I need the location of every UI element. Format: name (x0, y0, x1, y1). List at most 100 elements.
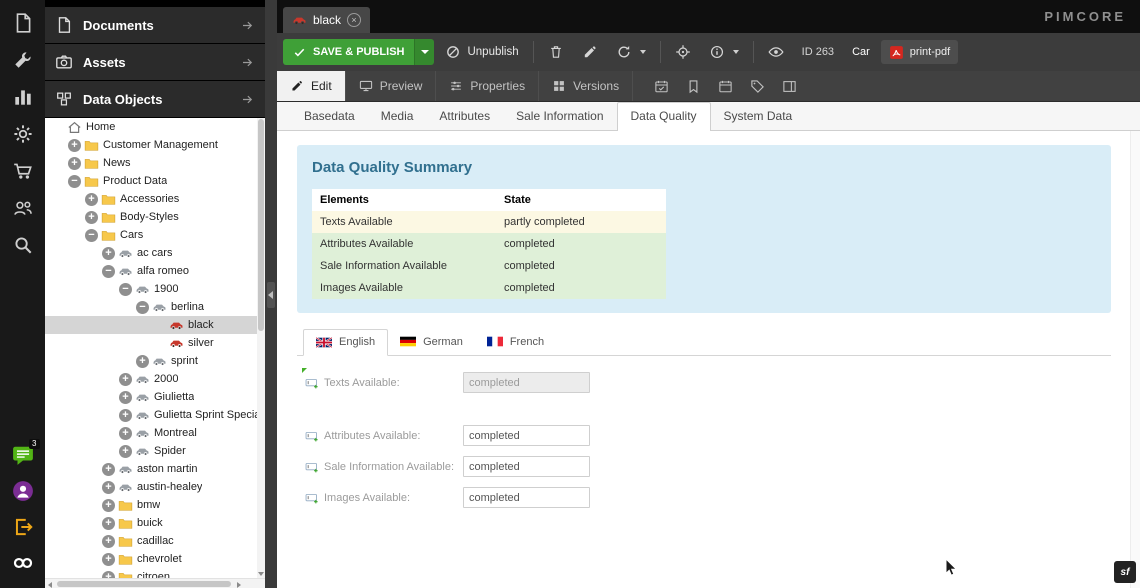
sidebar-section-documents[interactable]: Documents (45, 7, 265, 43)
tree-item-giulietta[interactable]: + Giulietta (45, 388, 257, 406)
tree-item-buick[interactable]: + buick (45, 514, 257, 532)
tree-item-accessories[interactable]: + Accessories (45, 190, 257, 208)
scroll-right-icon[interactable] (237, 582, 241, 588)
tab-versions[interactable]: Versions (539, 71, 633, 101)
collapse-icon[interactable]: − (119, 283, 132, 296)
expand-icon[interactable]: + (119, 427, 132, 440)
schedule-button[interactable] (645, 71, 677, 101)
tree-horizontal-scrollbar[interactable] (45, 578, 265, 588)
collapse-icon[interactable]: − (102, 265, 115, 278)
panel-splitter[interactable] (265, 0, 277, 588)
scrollbar-thumb[interactable] (258, 119, 264, 331)
expand-icon[interactable]: + (102, 517, 115, 530)
delete-button[interactable] (541, 39, 571, 65)
nav-reports-button[interactable] (12, 86, 34, 108)
tree-item-news[interactable]: + News (45, 154, 257, 172)
tree-vertical-scrollbar[interactable] (257, 118, 265, 578)
tree-item-berlina[interactable]: − berlina (45, 298, 257, 316)
tab-sale-information[interactable]: Sale Information (503, 102, 616, 130)
expand-icon[interactable]: + (119, 391, 132, 404)
nav-documents-button[interactable] (12, 12, 34, 34)
info-button[interactable] (702, 39, 746, 65)
expand-icon[interactable]: + (85, 193, 98, 206)
print-pdf-button[interactable]: print-pdf (881, 40, 958, 64)
tree-item-product-data[interactable]: − Product Data (45, 172, 257, 190)
tab-basedata[interactable]: Basedata (291, 102, 368, 130)
tree-item-black[interactable]: black (45, 316, 257, 334)
scroll-down-icon[interactable] (258, 572, 264, 576)
tree-item-spider[interactable]: + Spider (45, 442, 257, 460)
tree-item-montreal[interactable]: + Montreal (45, 424, 257, 442)
locate-in-tree-button[interactable] (668, 39, 698, 65)
tree-item-customer-management[interactable]: + Customer Management (45, 136, 257, 154)
language-tab-german[interactable]: German (388, 329, 475, 355)
user-profile-button[interactable] (12, 480, 34, 502)
tree-item-austin-healey[interactable]: + austin-healey (45, 478, 257, 496)
rename-button[interactable] (575, 39, 605, 65)
expand-icon[interactable]: + (68, 157, 81, 170)
tab-media[interactable]: Media (368, 102, 427, 130)
tree-item-1900[interactable]: − 1900 (45, 280, 257, 298)
nav-customers-button[interactable] (12, 197, 34, 219)
expand-icon[interactable]: + (119, 409, 132, 422)
close-tab-icon[interactable]: × (347, 13, 361, 27)
language-tab-french[interactable]: French (475, 329, 556, 355)
bookmark-button[interactable] (677, 71, 709, 101)
tag-button[interactable] (741, 71, 773, 101)
expand-icon[interactable]: + (102, 463, 115, 476)
nav-search-button[interactable] (12, 234, 34, 256)
arrow-right-icon[interactable] (240, 18, 255, 33)
content-scrollbar[interactable] (1130, 131, 1140, 588)
nav-settings-button[interactable] (12, 123, 34, 145)
unpublish-button[interactable]: Unpublish (438, 39, 525, 65)
sidebar-section-assets[interactable]: Assets (45, 44, 265, 80)
logout-button[interactable] (12, 516, 34, 538)
tree-item-sprint[interactable]: + sprint (45, 352, 257, 370)
tree-item-ac-cars[interactable]: + ac cars (45, 244, 257, 262)
tree-item-alfa-romeo[interactable]: − alfa romeo (45, 262, 257, 280)
expand-icon[interactable]: + (136, 355, 149, 368)
tab-attributes[interactable]: Attributes (426, 102, 503, 130)
expand-icon[interactable]: + (102, 499, 115, 512)
expand-icon[interactable]: + (85, 211, 98, 224)
tree-item-body-styles[interactable]: + Body-Styles (45, 208, 257, 226)
language-tab-english[interactable]: English (303, 329, 388, 356)
tab-edit[interactable]: Edit (277, 71, 346, 101)
tree-item-2000[interactable]: + 2000 (45, 370, 257, 388)
expand-icon[interactable]: + (68, 139, 81, 152)
attributes-available-input[interactable] (463, 425, 590, 446)
expand-icon[interactable]: + (102, 481, 115, 494)
nav-ecommerce-button[interactable] (12, 160, 34, 182)
arrow-right-icon[interactable] (240, 92, 255, 107)
collapse-icon[interactable]: − (68, 175, 81, 188)
sidebar-section-data-objects[interactable]: Data Objects (45, 81, 265, 117)
tree-item-silver[interactable]: silver (45, 334, 257, 352)
tree-item-cars[interactable]: − Cars (45, 226, 257, 244)
open-preview-button[interactable] (761, 39, 791, 65)
tree-item-cadillac[interactable]: + cadillac (45, 532, 257, 550)
tree-item-aston-martin[interactable]: + aston martin (45, 460, 257, 478)
scrollbar-thumb[interactable] (57, 581, 231, 587)
save-publish-button[interactable]: SAVE & PUBLISH (283, 39, 434, 65)
expand-icon[interactable]: + (102, 553, 115, 566)
tab-system-data[interactable]: System Data (711, 102, 806, 130)
tree-item-gulietta-sprint-specia[interactable]: + Gulietta Sprint Specia (45, 406, 257, 424)
save-options-dropdown[interactable] (414, 39, 434, 65)
collapse-icon[interactable]: − (85, 229, 98, 242)
collapse-sidebar-handle[interactable] (267, 282, 275, 308)
open-tab-black[interactable]: black × (283, 7, 370, 33)
reload-button[interactable] (609, 39, 653, 65)
expand-icon[interactable]: + (102, 247, 115, 260)
tab-data-quality[interactable]: Data Quality (617, 102, 711, 131)
tree-item-bmw[interactable]: + bmw (45, 496, 257, 514)
scroll-left-icon[interactable] (48, 582, 52, 588)
notifications-button[interactable]: 3 (12, 444, 34, 466)
calendar-button[interactable] (709, 71, 741, 101)
tree-item-chevrolet[interactable]: + chevrolet (45, 550, 257, 568)
expand-icon[interactable]: + (119, 373, 132, 386)
nav-tools-button[interactable] (12, 49, 34, 71)
tab-properties[interactable]: Properties (436, 71, 539, 101)
texts-available-input[interactable] (463, 372, 590, 393)
images-available-input[interactable] (463, 487, 590, 508)
collapse-icon[interactable]: − (136, 301, 149, 314)
